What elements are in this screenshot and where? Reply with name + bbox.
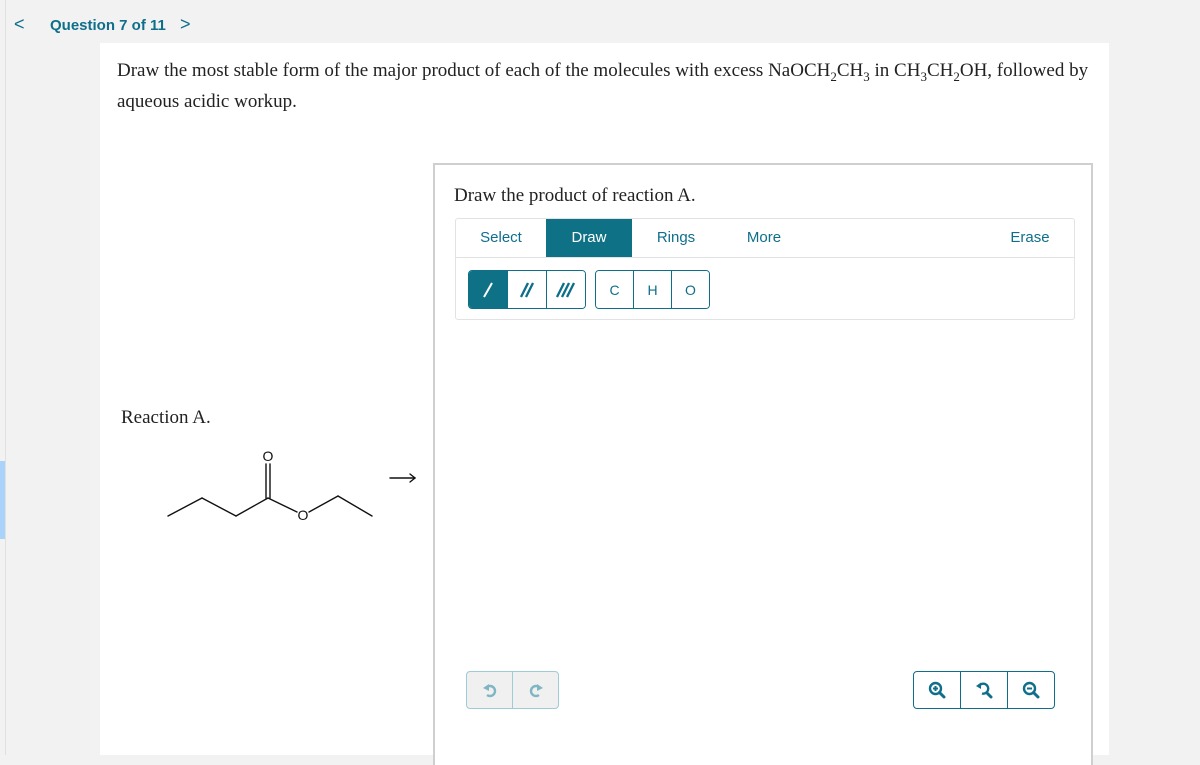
question-prompt: Draw the most stable form of the major p…: [117, 55, 1097, 117]
zoom-out-button[interactable]: [1007, 672, 1054, 708]
prompt-text: Draw the most stable form of the major p…: [117, 60, 831, 81]
reset-zoom-button[interactable]: [960, 672, 1007, 708]
bond: [201, 497, 237, 517]
undo-icon: [482, 684, 496, 698]
prompt-text: CH: [926, 60, 954, 81]
bond: [308, 495, 339, 513]
bond: [167, 497, 203, 517]
chevron-right-icon[interactable]: >: [180, 14, 191, 35]
atom-hydrogen-button[interactable]: H: [633, 271, 671, 308]
editor-toolbar: Select Draw Rings More Erase C H O: [455, 218, 1075, 320]
zoom-in-icon: [928, 681, 946, 699]
zoom-buttons: [913, 671, 1055, 709]
tab-erase[interactable]: Erase: [986, 219, 1074, 257]
double-bond-button[interactable]: [507, 271, 546, 308]
single-bond-button[interactable]: [469, 271, 507, 308]
side-panel-divider: [5, 0, 6, 755]
question-navigation: < Question 7 of 11 >: [0, 0, 300, 44]
reactant-molecule: O O: [167, 448, 417, 523]
prompt-text: CH: [836, 60, 864, 81]
double-bond-icon: [519, 281, 535, 298]
reaction-label: Reaction A.: [121, 407, 211, 428]
redo-icon: [529, 684, 543, 698]
bond: [337, 495, 373, 517]
carbonyl-oxygen: O: [263, 448, 274, 464]
tab-select[interactable]: Select: [456, 219, 546, 257]
bond-buttons: [468, 270, 586, 309]
triple-bond-button[interactable]: [546, 271, 585, 308]
reset-zoom-icon: [976, 682, 993, 699]
zoom-in-button[interactable]: [914, 672, 960, 708]
zoom-out-icon: [1022, 681, 1040, 699]
question-card: Draw the most stable form of the major p…: [100, 43, 1109, 765]
chevron-left-icon[interactable]: <: [14, 14, 25, 35]
toolbar-tabs: Select Draw Rings More Erase: [456, 219, 1074, 258]
editor-title: Draw the product of reaction A.: [454, 185, 696, 206]
atom-buttons: C H O: [595, 270, 710, 309]
ester-oxygen: O: [298, 507, 309, 523]
undo-button[interactable]: [467, 672, 512, 708]
single-bond-icon: [483, 282, 493, 297]
atom-oxygen-button[interactable]: O: [671, 271, 709, 308]
redo-button[interactable]: [512, 672, 558, 708]
drawing-editor[interactable]: Draw the product of reaction A. Select D…: [433, 163, 1093, 765]
bond: [267, 497, 298, 513]
atom-carbon-button[interactable]: C: [596, 271, 633, 308]
bond: [235, 497, 269, 517]
question-counter[interactable]: Question 7 of 11: [50, 17, 166, 34]
history-buttons: [466, 671, 559, 709]
tab-rings[interactable]: Rings: [632, 219, 720, 257]
tab-draw[interactable]: Draw: [546, 219, 632, 257]
tab-more[interactable]: More: [720, 219, 808, 257]
triple-bond-icon: [555, 281, 576, 298]
prompt-text: in CH: [869, 60, 921, 81]
